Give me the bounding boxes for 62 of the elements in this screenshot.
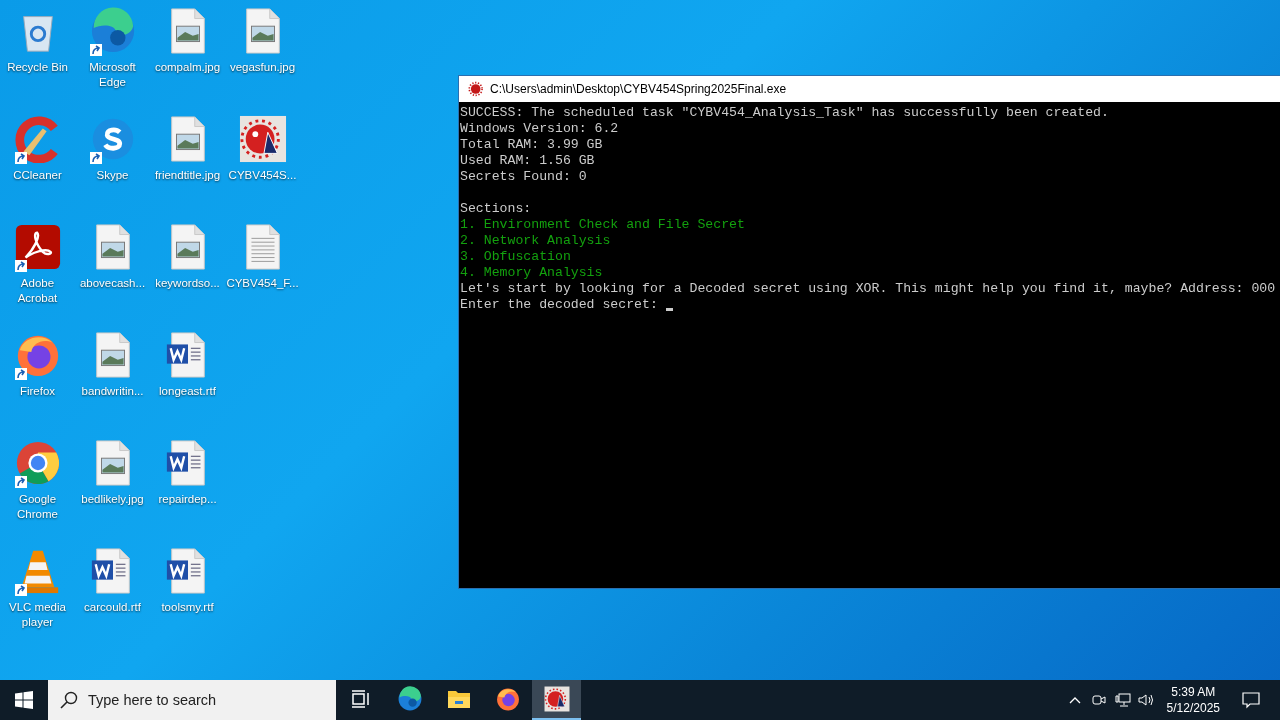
search-icon (60, 691, 78, 709)
desktop-icon-label[interactable]: CYBV454S... (228, 168, 297, 183)
clock-date: 5/12/2025 (1166, 700, 1220, 716)
section-item: 1. Environment Check and File Secret (460, 217, 745, 233)
chevron-up-icon (1068, 696, 1081, 704)
desktop-icon-label[interactable]: keywordso... (155, 276, 220, 291)
shortcut-arrow-icon (14, 476, 27, 488)
task-view-icon (350, 690, 371, 708)
console-line: Used RAM: 1.56 GB (460, 153, 595, 169)
desktop-icon-label[interactable]: toolsmy.rtf (161, 600, 214, 615)
desktop-icon-label[interactable]: Recycle Bin (7, 60, 68, 75)
shortcut-arrow-icon (89, 152, 102, 164)
section-item: 4. Memory Analysis (460, 265, 603, 281)
shortcut-arrow-icon (14, 584, 27, 596)
console-line: SUCCESS: The scheduled task "CYBV454_Analysis_Task" has successfully been created. (460, 105, 1109, 121)
speaker-icon (1137, 693, 1156, 707)
console-line: Let's start by looking for a Decoded secret using XOR. This might help you find it, maybe? Address: 000 (460, 281, 1276, 297)
desktop-icon-label[interactable]: vegasfun.jpg (229, 60, 296, 75)
shortcut-arrow-icon (14, 152, 27, 164)
desktop-icon-label[interactable]: bedlikely.jpg (81, 492, 144, 507)
virus-mascot-icon (238, 115, 287, 163)
virus-mascot-icon (468, 81, 484, 97)
camera-icon (1091, 693, 1106, 707)
windows-logo-icon (15, 691, 33, 709)
taskbar-app-button[interactable] (532, 680, 581, 720)
search-field[interactable]: Type here to search (48, 680, 336, 720)
desktop-icon-label[interactable]: bandwritin... (81, 384, 144, 399)
desktop-icon-label[interactable]: carcould.rtf (84, 600, 141, 615)
desktop-icon-label[interactable]: CYBV454_F... (226, 276, 299, 291)
shortcut-arrow-icon (14, 260, 27, 272)
desktop-icon-label[interactable]: Microsoft Edge (75, 60, 150, 90)
desktop-icon-label[interactable]: compalm.jpg (154, 60, 221, 75)
virus-mascot-icon (543, 686, 570, 712)
edge-icon (396, 686, 423, 712)
console-line: Windows Version: 6.2 (460, 121, 619, 137)
console-line: Secrets Found: 0 (460, 169, 587, 185)
console-line: Sections: (460, 201, 532, 217)
input-prompt: Enter the decoded secret: (460, 297, 659, 313)
shortcut-arrow-icon (14, 368, 27, 380)
firefox-icon (494, 686, 521, 712)
section-item: 3. Obfuscation (460, 249, 571, 265)
desktop-icon-label[interactable]: Adobe Acrobat (0, 276, 75, 306)
desktop-icon-label[interactable]: VLC media player (0, 600, 75, 630)
desktop-icon-label[interactable]: abovecash... (79, 276, 146, 291)
folder-icon (446, 688, 471, 710)
console-line: Total RAM: 3.99 GB (460, 137, 603, 153)
desktop-icon-label[interactable]: longeast.rtf (159, 384, 216, 399)
section-item: 2. Network Analysis (460, 233, 611, 249)
window-title: C:\Users\admin\Desktop\CYBV454Spring2025Final.exe (490, 82, 787, 96)
desktop-icon-label[interactable]: CCleaner (13, 168, 62, 183)
desktop-icon-label[interactable]: Google Chrome (0, 492, 75, 522)
acrobat-icon (13, 223, 62, 271)
clock-time: 5:39 AM (1171, 684, 1216, 700)
desktop-icon-label[interactable]: friendtitle.jpg (154, 168, 221, 183)
speech-bubble-icon (1242, 691, 1260, 709)
desktop-icon-label[interactable]: repairdep... (158, 492, 217, 507)
network-icon (1114, 693, 1131, 707)
clock[interactable]: 5:39 AM 5/12/2025 (1158, 680, 1228, 720)
desktop-icon-label[interactable]: Skype (96, 168, 129, 183)
shortcut-arrow-icon (89, 44, 102, 56)
text-cursor (665, 307, 673, 311)
desktop-icon-label[interactable]: Firefox (19, 384, 56, 399)
